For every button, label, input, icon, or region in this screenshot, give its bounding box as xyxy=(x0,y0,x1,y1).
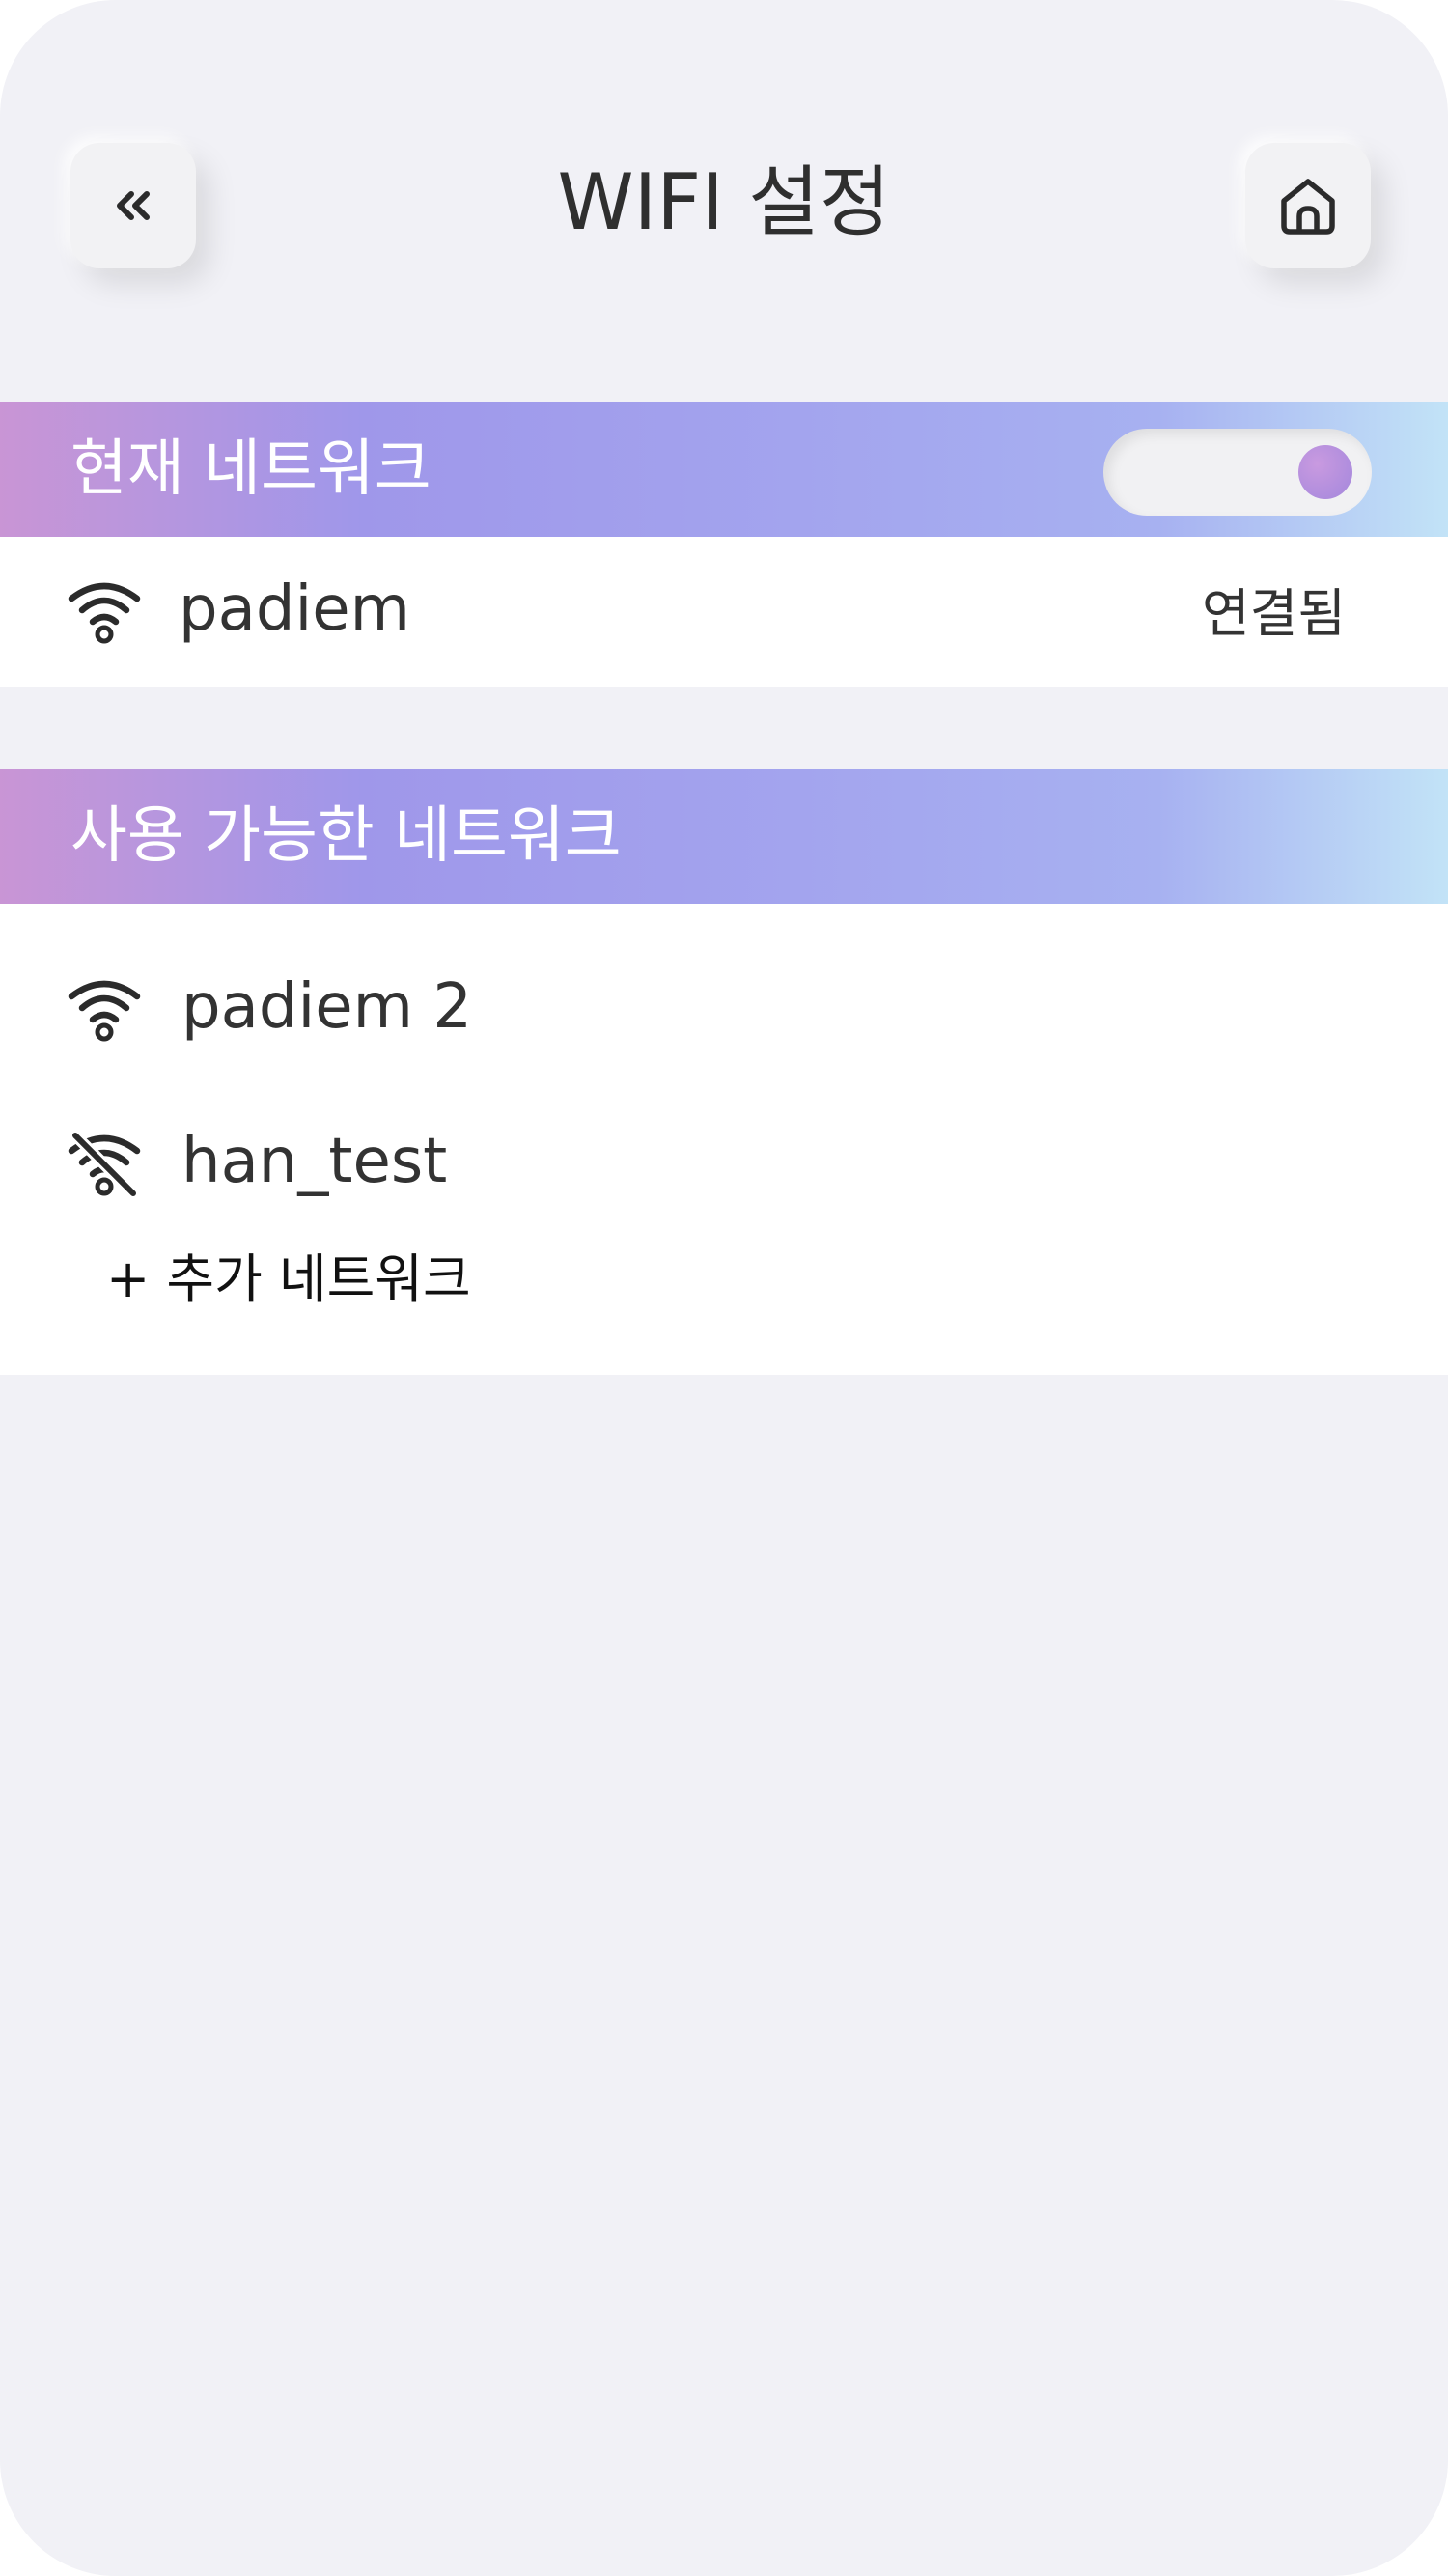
double-chevron-left-icon xyxy=(117,191,150,220)
wifi-icon xyxy=(68,980,141,1042)
available-networks-header: 사용 가능한 네트워크 xyxy=(0,769,1448,904)
home-button[interactable] xyxy=(1245,143,1371,268)
connection-status: 연결됨 xyxy=(1201,583,1346,644)
current-network-panel: padiem 연결됨 xyxy=(0,537,1448,687)
wifi-icon xyxy=(68,582,141,644)
current-network-title: 현재 네트워크 xyxy=(70,434,432,505)
current-network-row[interactable]: padiem 연결됨 xyxy=(0,556,1448,662)
home-icon xyxy=(1281,179,1335,235)
network-name: han_test xyxy=(181,1126,448,1197)
back-button[interactable] xyxy=(70,143,196,268)
network-item-han-test[interactable]: han_test xyxy=(0,1108,1448,1215)
wifi-toggle[interactable] xyxy=(1103,429,1372,516)
available-networks-title: 사용 가능한 네트워크 xyxy=(70,800,622,872)
current-network-name: padiem xyxy=(179,574,410,645)
toggle-knob xyxy=(1298,445,1352,499)
phone-screen: WIFI 설정 현재 네트워크 padiem 연결됨 사용 가능한 네트워크 p… xyxy=(0,0,1448,2576)
network-item-padiem-2[interactable]: padiem 2 xyxy=(0,954,1448,1060)
header: WIFI 설정 xyxy=(0,0,1448,319)
wifi-off-icon xyxy=(68,1130,141,1197)
network-name: padiem 2 xyxy=(181,971,473,1043)
page-title: WIFI 설정 xyxy=(557,157,891,247)
current-network-header: 현재 네트워크 xyxy=(0,402,1448,537)
add-network-button[interactable]: + 추가 네트워크 xyxy=(106,1241,471,1318)
